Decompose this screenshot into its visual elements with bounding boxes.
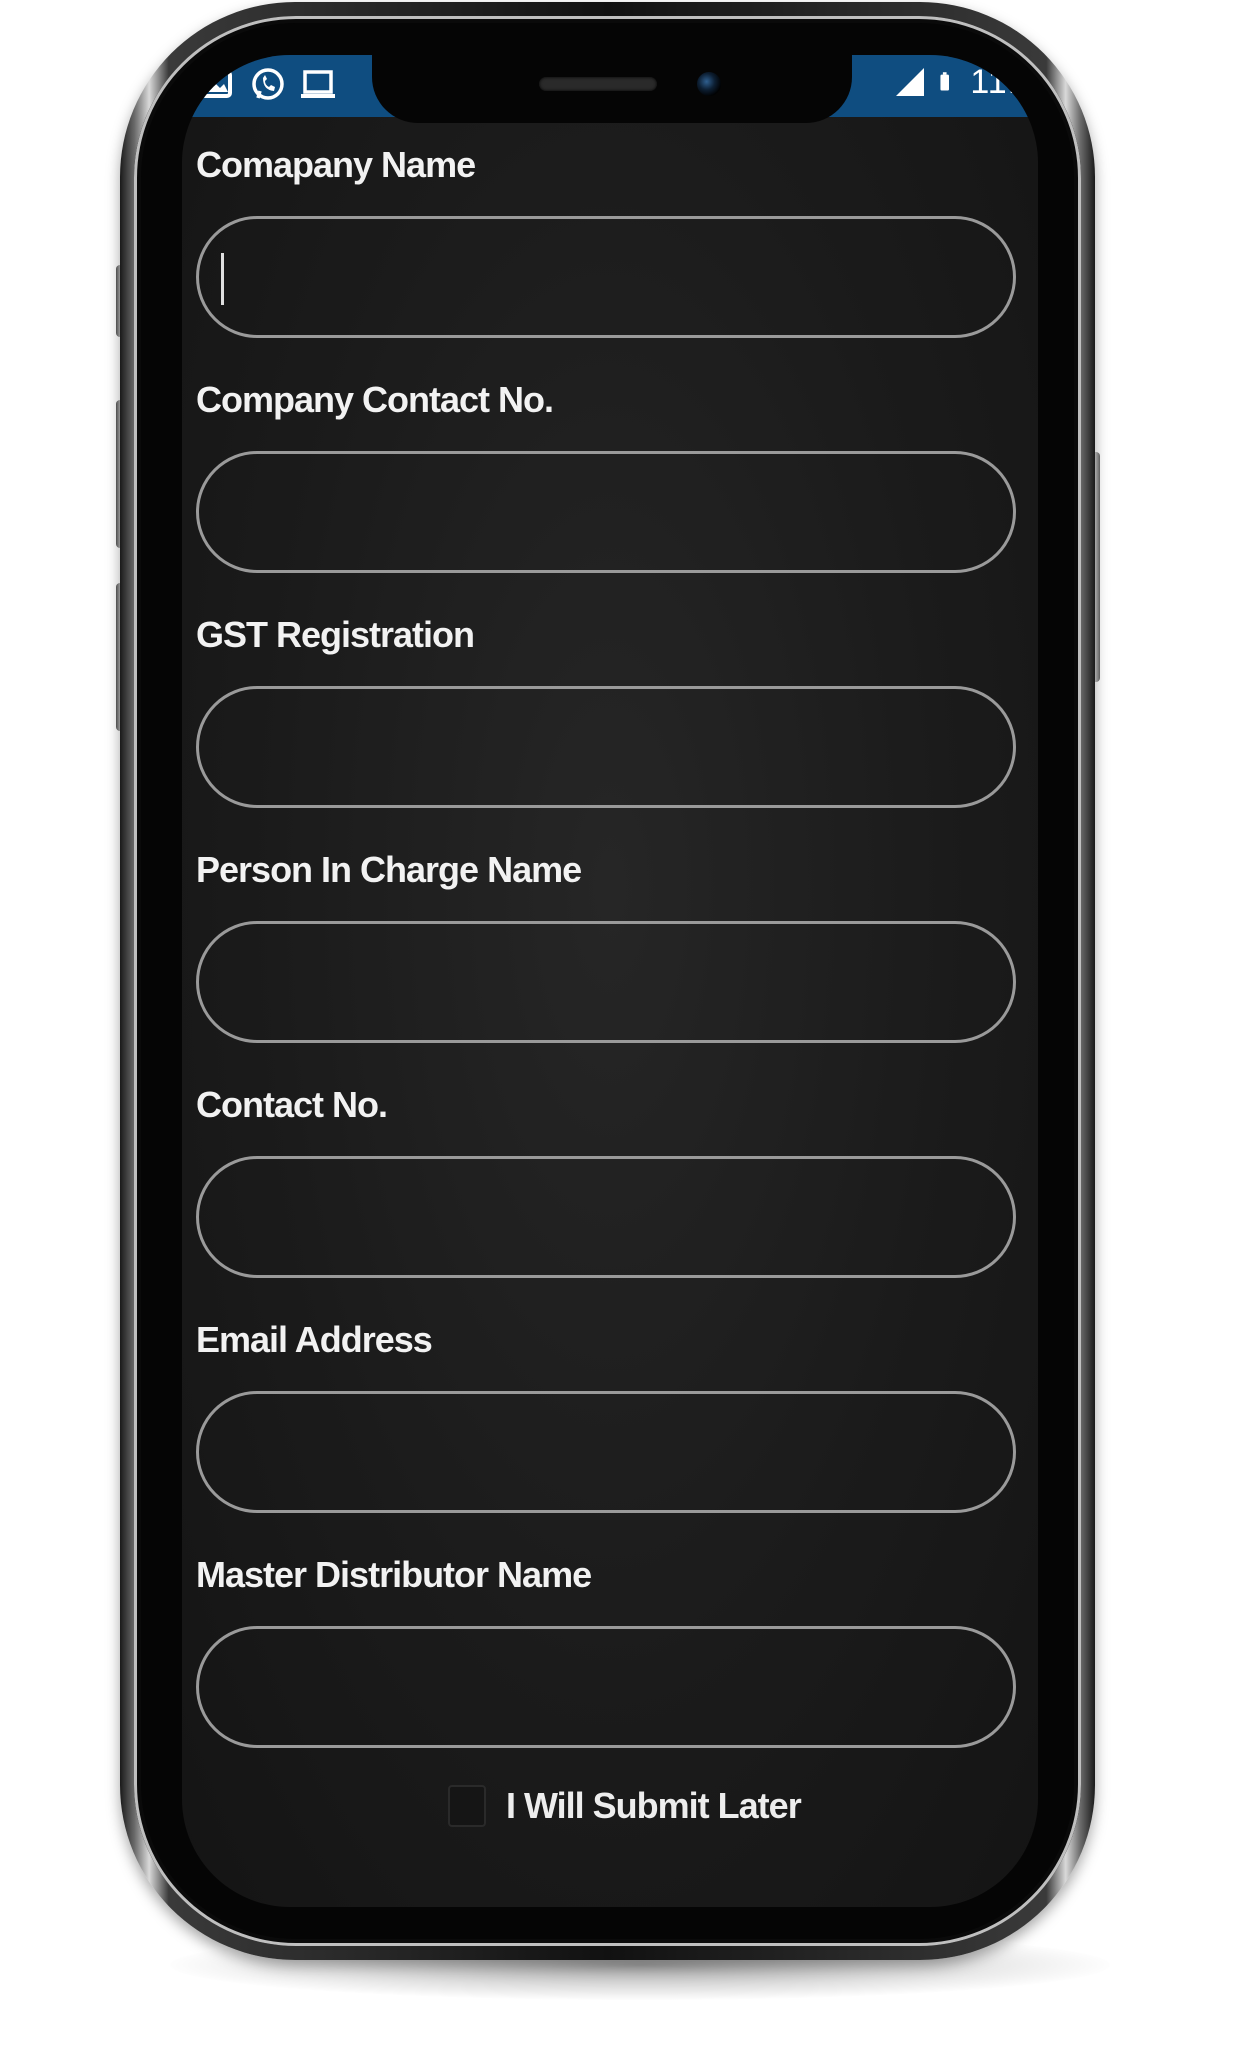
registration-form: Comapany Name Company Contact No. GST Re… — [196, 143, 1026, 1788]
field-label-company-contact: Company Contact No. — [196, 379, 554, 420]
status-right-icons: 11:5 — [892, 62, 1038, 102]
status-time: 11:5 — [970, 62, 1038, 101]
camera-notch — [372, 55, 852, 123]
person-in-charge-input[interactable] — [196, 921, 1016, 1043]
field-label-contact-no: Contact No. — [196, 1084, 388, 1125]
field-label-email-address: Email Address — [196, 1319, 433, 1360]
company-name-input[interactable] — [196, 216, 1016, 338]
master-distributor-input[interactable] — [196, 1626, 1016, 1748]
company-contact-input[interactable] — [196, 451, 1016, 573]
signal-icon — [896, 68, 925, 96]
laptop-icon — [301, 70, 335, 98]
whatsapp-icon — [252, 68, 284, 100]
image-icon — [200, 70, 232, 98]
field-label-gst-registration: GST Registration — [196, 614, 475, 655]
email-address-input[interactable] — [196, 1391, 1016, 1513]
contact-no-input[interactable] — [196, 1156, 1016, 1278]
submit-later-row[interactable]: I Will Submit Later — [448, 1785, 802, 1827]
front-camera — [697, 72, 721, 96]
text-cursor — [221, 253, 224, 305]
battery-icon — [940, 72, 950, 91]
submit-later-label[interactable]: I Will Submit Later — [506, 1785, 802, 1827]
field-label-company-name: Comapany Name — [196, 144, 476, 185]
gst-registration-input[interactable] — [196, 686, 1016, 808]
phone-screen: 11:5 Comapany Name Company Contact No. G… — [182, 55, 1038, 1907]
field-label-person-in-charge: Person In Charge Name — [196, 849, 582, 890]
status-left-icons — [200, 64, 336, 104]
field-label-master-distributor: Master Distributor Name — [196, 1554, 592, 1595]
earpiece-speaker — [539, 77, 657, 91]
submit-later-checkbox[interactable] — [448, 1785, 486, 1827]
